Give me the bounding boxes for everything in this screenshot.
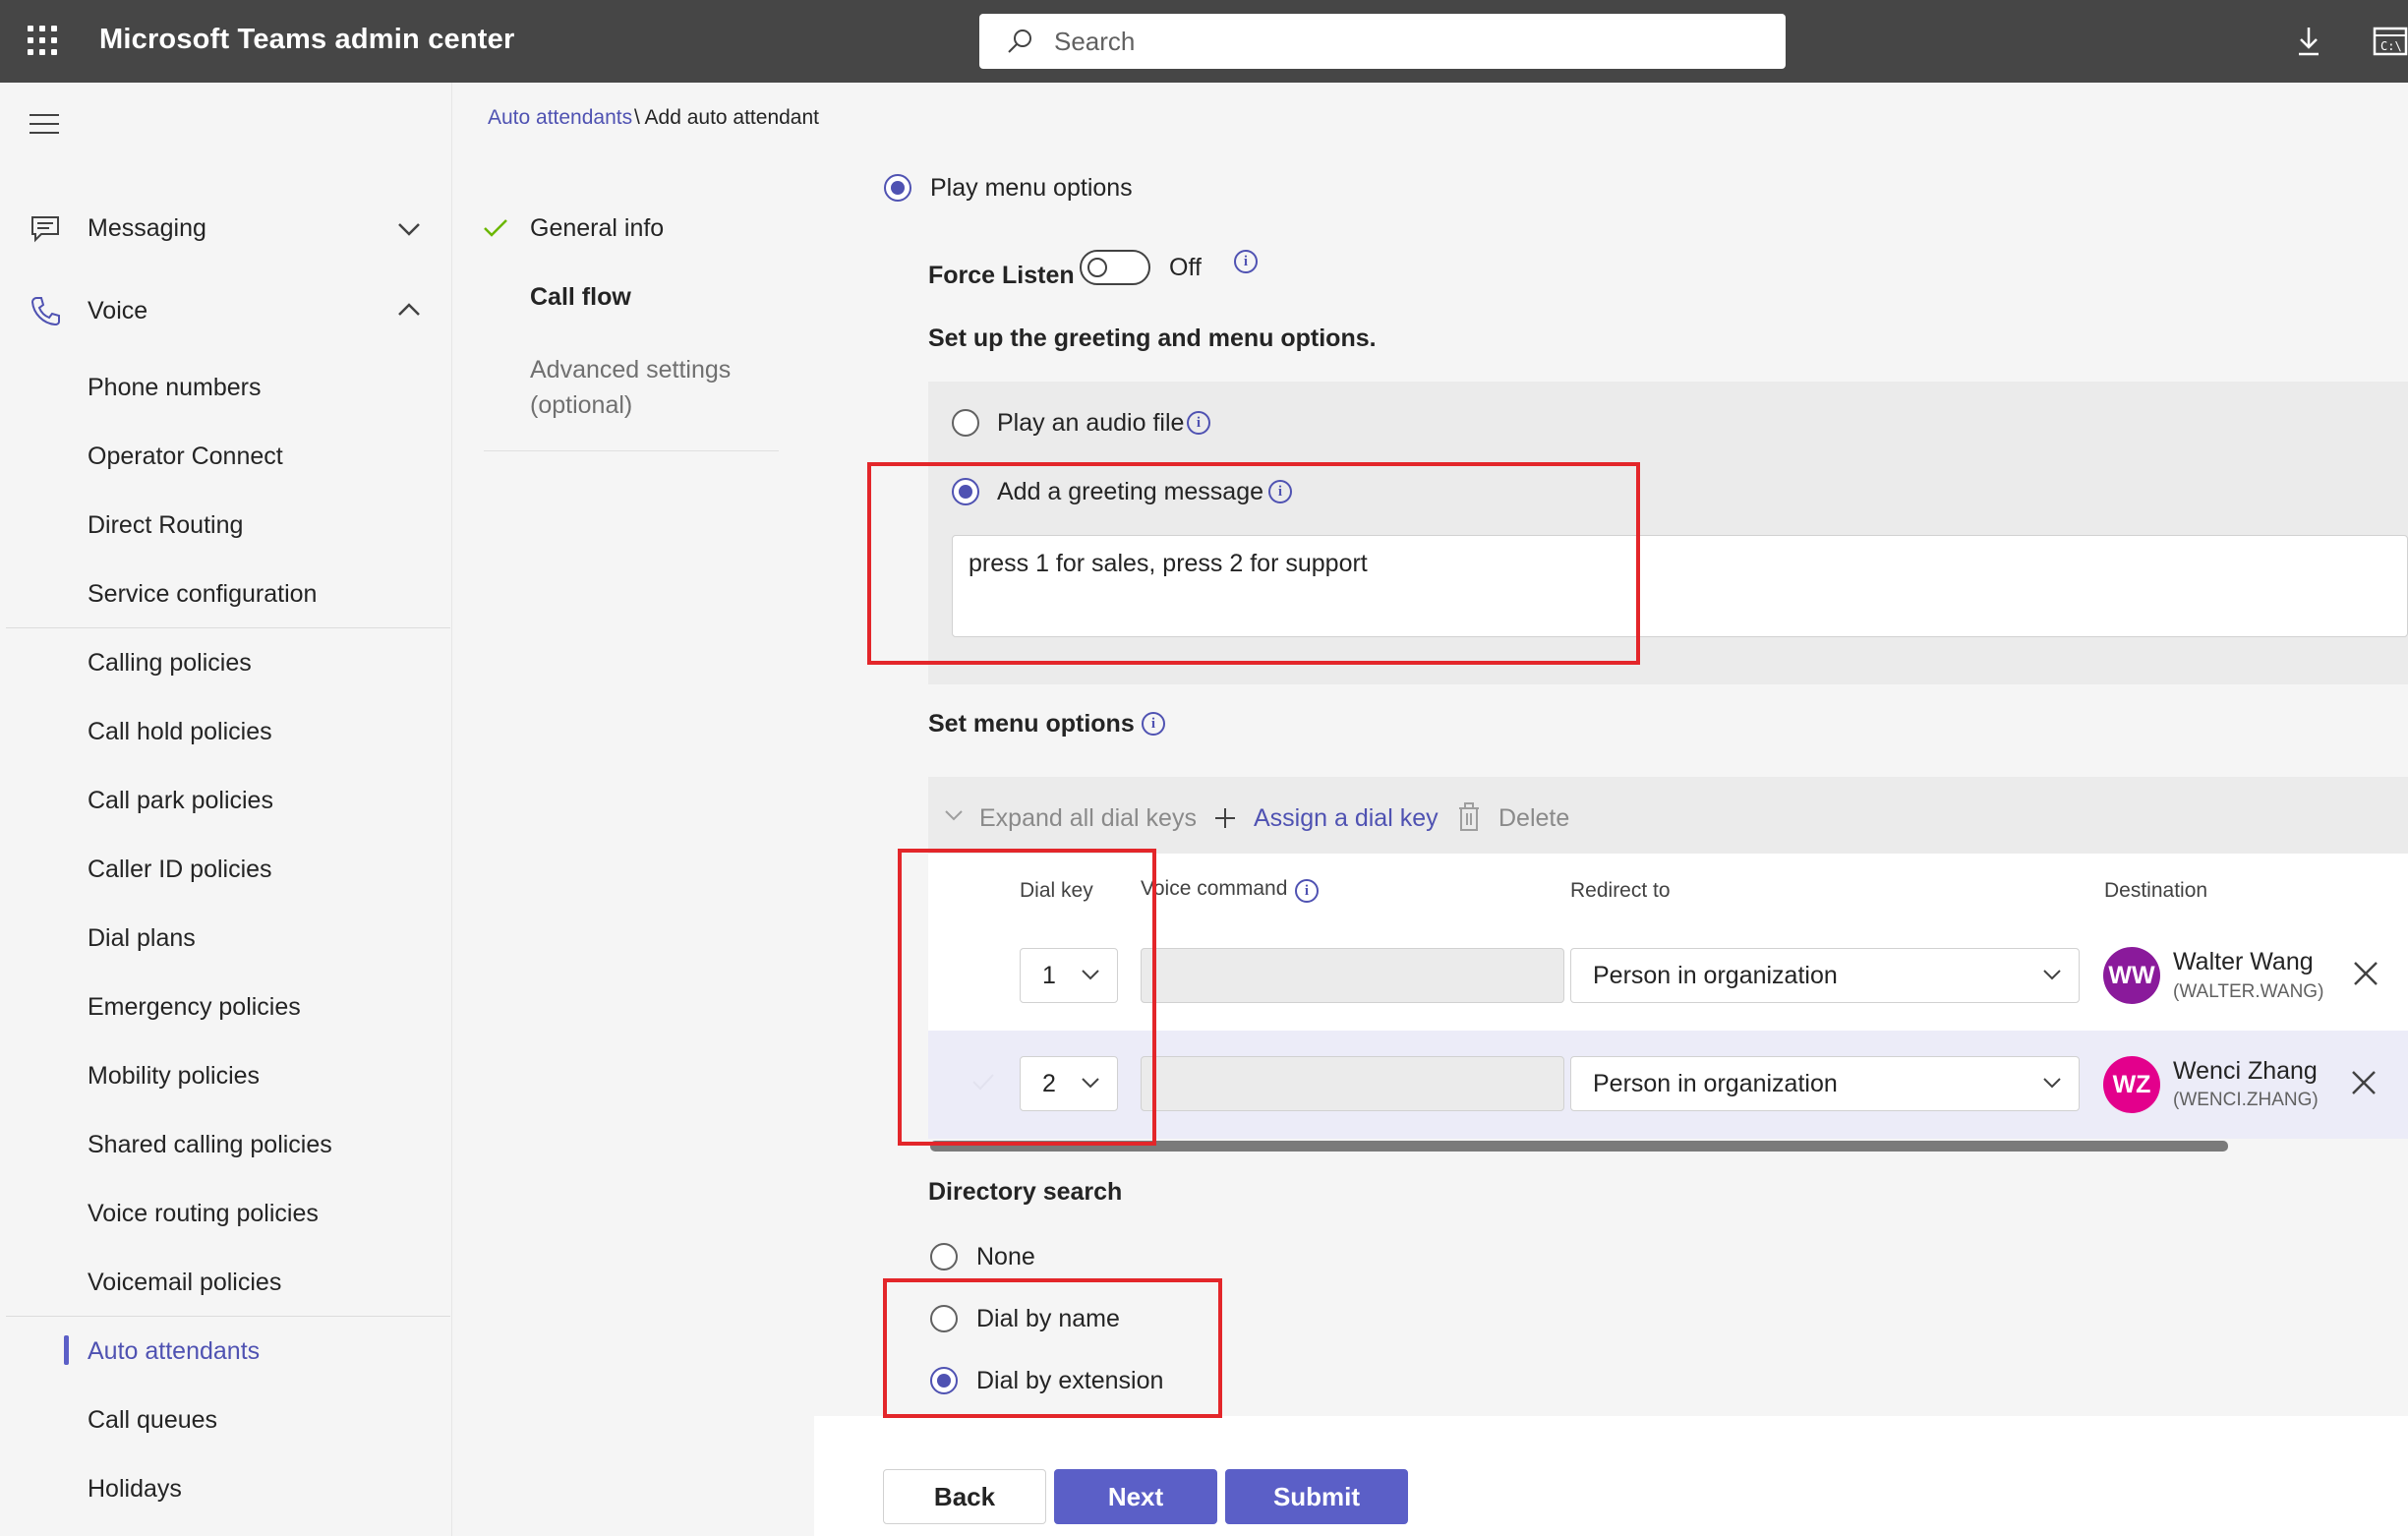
nav-dial-plans[interactable]: Dial plans [88, 924, 196, 953]
play-audio-file-label: Play an audio file [997, 409, 1185, 437]
close-icon[interactable] [2350, 1069, 2378, 1096]
redirect-to-dropdown[interactable]: Person in organization [1570, 948, 2080, 1003]
breadcrumb-current: \ Add auto attendant [634, 106, 819, 129]
delete-button[interactable]: Delete [1498, 804, 1569, 833]
app-title[interactable]: Microsoft Teams admin center [99, 24, 514, 56]
app-launcher-icon[interactable] [28, 26, 59, 57]
info-icon[interactable]: i [1234, 250, 1258, 273]
step-advanced-settings[interactable]: Advanced settings (optional) [530, 352, 731, 423]
column-destination: Destination [2104, 879, 2208, 902]
play-menu-options-label: Play menu options [930, 174, 1133, 202]
nav-voice[interactable]: Voice [88, 297, 147, 325]
command-line-icon[interactable]: C:\ [2373, 26, 2408, 57]
phone-icon [30, 297, 60, 326]
nav-calling-policies[interactable]: Calling policies [88, 649, 252, 678]
greeting-heading: Set up the greeting and menu options. [928, 325, 1377, 352]
nav-operator-connect[interactable]: Operator Connect [88, 443, 283, 471]
plus-icon [1215, 808, 1235, 828]
close-icon[interactable] [2352, 960, 2379, 987]
play-audio-file-radio[interactable] [952, 409, 979, 437]
nav-direct-routing[interactable]: Direct Routing [88, 511, 243, 540]
destination-name: Wenci Zhang [2173, 1057, 2318, 1085]
nav-emergency-policies[interactable]: Emergency policies [88, 993, 301, 1022]
annotation-box-dial-keys [898, 849, 1156, 1146]
destination-name: Walter Wang [2173, 948, 2314, 975]
play-menu-options-radio[interactable] [884, 174, 911, 202]
avatar: WW [2103, 947, 2160, 1004]
search-placeholder: Search [1054, 27, 1136, 56]
assign-dial-key-button[interactable]: Assign a dial key [1254, 804, 1439, 833]
nav-mobility-policies[interactable]: Mobility policies [88, 1062, 260, 1091]
force-listen-label: Force Listen [928, 262, 1075, 289]
chevron-down-icon [2043, 970, 2061, 980]
steps-divider [484, 450, 779, 451]
nav-voice-routing-policies[interactable]: Voice routing policies [88, 1200, 319, 1228]
destination-username: (WENCI.ZHANG) [2173, 1090, 2319, 1110]
svg-text:C:\: C:\ [2380, 39, 2402, 53]
directory-none-radio[interactable] [930, 1243, 958, 1270]
back-button[interactable]: Back [883, 1469, 1046, 1524]
hamburger-menu-icon[interactable] [29, 114, 61, 138]
next-button[interactable]: Next [1054, 1469, 1217, 1524]
info-icon[interactable]: i [1295, 879, 1319, 903]
chevron-down-icon [2043, 1078, 2061, 1089]
nav-divider [6, 627, 450, 628]
step-advanced-line2: (optional) [530, 391, 633, 419]
active-indicator [64, 1335, 69, 1365]
trash-icon [1459, 802, 1479, 831]
chevron-up-icon[interactable] [396, 301, 422, 319]
info-icon[interactable]: i [1142, 712, 1165, 736]
nav-shared-calling-policies[interactable]: Shared calling policies [88, 1131, 332, 1159]
nav-holidays[interactable]: Holidays [88, 1475, 182, 1504]
annotation-box-greeting [867, 462, 1640, 665]
messaging-icon [31, 216, 59, 243]
column-voice-command: Voice command [1141, 877, 1288, 900]
nav-voicemail-policies[interactable]: Voicemail policies [88, 1269, 281, 1297]
search-icon [1008, 30, 1031, 53]
avatar: WZ [2103, 1056, 2160, 1113]
directory-search-heading: Directory search [928, 1178, 1123, 1206]
annotation-box-directory [883, 1278, 1222, 1418]
chevron-down-icon[interactable] [396, 220, 422, 238]
info-icon[interactable]: i [1187, 411, 1210, 435]
column-redirect-to: Redirect to [1570, 879, 1671, 902]
directory-none-label: None [976, 1243, 1035, 1270]
nav-divider [6, 1316, 450, 1317]
download-icon[interactable] [2291, 24, 2326, 59]
nav-messaging[interactable]: Messaging [88, 214, 206, 243]
redirect-to-value: Person in organization [1593, 1070, 1838, 1097]
breadcrumb-auto-attendants-link[interactable]: Auto attendants [488, 106, 632, 130]
chevron-down-icon [945, 810, 963, 821]
force-listen-state: Off [1169, 254, 1202, 281]
step-general-info[interactable]: General info [530, 214, 664, 243]
destination-username: (WALTER.WANG) [2173, 981, 2324, 1002]
nav-call-queues[interactable]: Call queues [88, 1406, 217, 1435]
nav-call-hold-policies[interactable]: Call hold policies [88, 718, 272, 746]
step-call-flow[interactable]: Call flow [530, 283, 631, 312]
force-listen-toggle[interactable] [1080, 250, 1150, 285]
search-input[interactable]: Search [979, 14, 1786, 69]
redirect-to-dropdown[interactable]: Person in organization [1570, 1056, 2080, 1111]
checkmark-icon [484, 219, 507, 237]
redirect-to-value: Person in organization [1593, 962, 1838, 989]
step-advanced-line1: Advanced settings [530, 356, 732, 384]
submit-button[interactable]: Submit [1225, 1469, 1408, 1524]
nav-service-configuration[interactable]: Service configuration [88, 580, 317, 609]
nav-phone-numbers[interactable]: Phone numbers [88, 374, 262, 402]
voice-command-input[interactable] [1141, 948, 1564, 1003]
nav-call-park-policies[interactable]: Call park policies [88, 787, 273, 815]
expand-all-dial-keys-button[interactable]: Expand all dial keys [979, 804, 1197, 833]
nav-auto-attendants[interactable]: Auto attendants [88, 1337, 260, 1366]
voice-command-input[interactable] [1141, 1056, 1564, 1111]
set-menu-options-heading: Set menu options [928, 710, 1135, 738]
nav-caller-id-policies[interactable]: Caller ID policies [88, 856, 272, 884]
